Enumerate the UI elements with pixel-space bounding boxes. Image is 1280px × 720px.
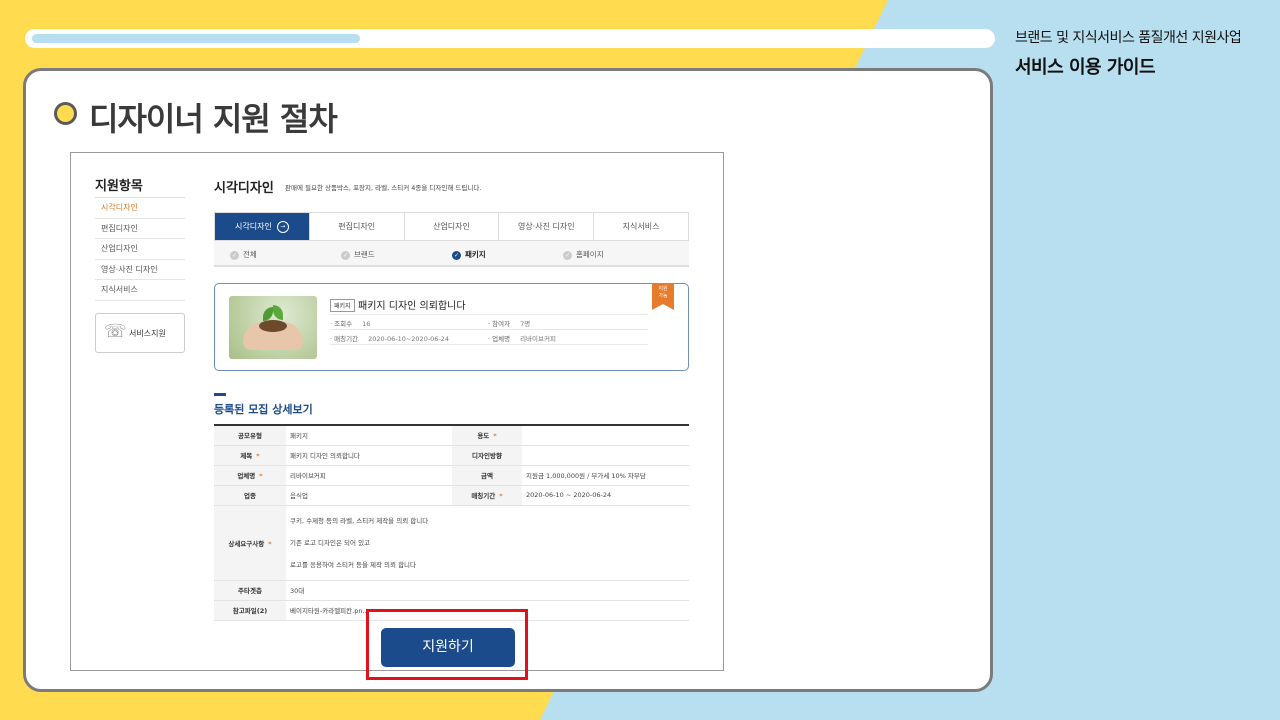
filter-homepage[interactable]: ✓ 홈페이지 [563,249,604,260]
project-card[interactable]: 패키지 패키지 디자인 의뢰합니다 · 조회수 16 · 참여자 7명 · 매칭기간… [214,283,689,371]
sidebar-item-editorial-design[interactable]: 편집디자인 [95,219,185,239]
table-row: 제목 * 패키지 디자인 의뢰합니다 디자인방향 [214,445,689,466]
sidebar-item-visual-design[interactable]: 시각디자인 [95,198,185,219]
service-support-label: 서비스지원 [129,329,166,338]
tab-video-photo-design[interactable]: 영상·사진 디자인 [499,213,595,240]
support-available-badge: 지원 가능 [652,283,674,310]
table-row: 공모유형 패키지 용도 * [214,425,689,446]
arrow-right-icon: → [276,220,289,233]
embedded-screenshot: 지원항목 시각디자인 편집디자인 산업디자인 영상·사진 디자인 지식서비스 ☏… [70,152,724,671]
filter-all[interactable]: ✓ 전체 [230,249,257,260]
check-icon: ✓ [230,251,239,260]
check-icon: ✓ [341,251,350,260]
sidebar-item-video-photo-design[interactable]: 영상·사진 디자인 [95,260,185,280]
detail-table: 공모유형 패키지 용도 * 제목 * 패키지 디자인 의뢰합니다 디자인방향 업체명… [214,424,689,621]
sidebar-list: 시각디자인 편집디자인 산업디자인 영상·사진 디자인 지식서비스 [95,197,185,301]
detail-section-title: 등록된 모집 상세보기 [214,403,313,416]
project-thumbnail [229,296,317,359]
check-icon: ✓ [563,251,572,260]
tab-visual-design[interactable]: 시각디자인 → [215,213,310,240]
project-views: · 조회수 16 [330,320,371,328]
table-row: 주타겟층 30대 [214,580,689,601]
section-heading: 시각디자인 [214,181,274,196]
highlight-box [366,609,528,680]
sidebar-heading: 지원항목 [95,179,143,194]
check-icon: ✓ [452,251,461,260]
table-row: 상세요구사항 * 쿠키, 수제청 등의 라벨, 스티커 제작을 의뢰 합니다 기존… [214,505,689,581]
project-company: · 업체명 리바이브커피 [488,335,556,343]
filter-brand[interactable]: ✓ 브랜드 [341,249,375,260]
project-participants: · 참여자 7명 [488,320,531,328]
brand-subtitle: 브랜드 및 지식서비스 품질개선 지원사업 [1015,30,1242,46]
category-tabs: 시각디자인 → 편집디자인 산업디자인 영상·사진 디자인 지식서비스 [214,212,689,241]
section-accent-bar [214,393,226,396]
table-row: 업체명 * 리바이브커피 금액 지원금 1,000,000원 / 부가세 10% … [214,465,689,486]
sidebar-item-industrial-design[interactable]: 산업디자인 [95,239,185,260]
brand-title: 서비스 이용 가이드 [1015,57,1156,78]
progress-bar-fill [32,34,360,43]
tab-industrial-design[interactable]: 산업디자인 [405,213,500,240]
filter-package[interactable]: ✓ 패키지 [452,249,486,260]
table-row: 업종 음식업 매칭기간 * 2020-06-10 ~ 2020-06-24 [214,485,689,506]
tab-editorial-design[interactable]: 편집디자인 [310,213,405,240]
project-period: · 매칭기간 2020-06-10~2020-06-24 [330,335,450,343]
page-title: 디자이너 지원 절차 [89,100,338,138]
person-headset-icon: ☏ [104,321,127,342]
progress-bar [25,29,995,48]
requirements-text: 쿠키, 수제청 등의 라벨, 스티커 제작을 의뢰 합니다 기존 로고 디자인은… [290,516,429,569]
sidebar-item-knowledge-service[interactable]: 지식서비스 [95,280,185,301]
title-bullet-icon [54,102,77,125]
project-title[interactable]: 패키지 디자인 의뢰합니다 [358,297,466,312]
service-support-button[interactable]: ☏ 서비스지원 [95,313,185,353]
tab-knowledge-service[interactable]: 지식서비스 [594,213,688,240]
subcategory-filter: ✓ 전체 ✓ 브랜드 ✓ 패키지 ✓ 홈페이지 [214,241,689,267]
project-tag: 패키지 [330,299,355,312]
section-description: 판매에 필요한 상품박스, 포장지, 라벨, 스티커 4종을 디자인해 드립니다… [285,184,482,192]
